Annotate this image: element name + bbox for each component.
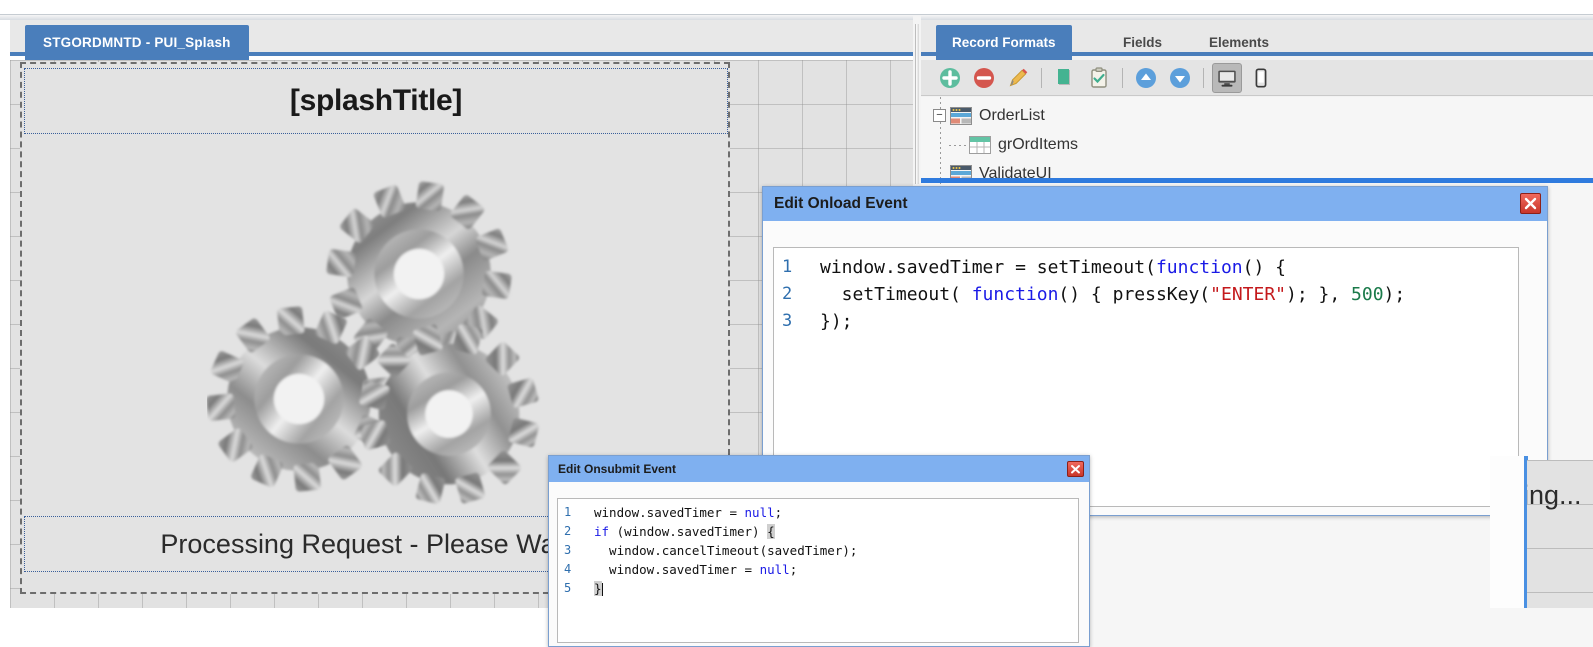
close-icon[interactable] xyxy=(1067,461,1084,477)
splash-title-field[interactable]: [splashTitle] xyxy=(24,68,728,134)
tree-item-validateui[interactable]: ValidateUI xyxy=(950,159,1052,188)
window-top-strip xyxy=(0,0,1593,20)
clipped-status-text: ing... xyxy=(1527,480,1582,510)
tree-item-label: OrderList xyxy=(979,106,1045,124)
line-number: 5 xyxy=(564,581,572,595)
grid-icon xyxy=(969,135,991,154)
code-line: 3 window.cancelTimeout(savedTimer); xyxy=(564,541,1078,560)
move-up-icon[interactable] xyxy=(1131,63,1161,93)
designer-tabstrip: STGORDMNTD - PUI_Splash xyxy=(10,20,917,60)
code-line: 1 window.savedTimer = null; xyxy=(564,503,1078,522)
add-icon[interactable] xyxy=(935,63,965,93)
clipboard-check-icon[interactable] xyxy=(1084,63,1114,93)
code-line: 2 if (window.savedTimer) { xyxy=(564,522,1078,541)
code-line: 2 setTimeout( function() { pressKey("ENT… xyxy=(782,281,1518,308)
right-background-fill xyxy=(1490,456,1524,608)
dialog-titlebar[interactable]: Edit Onsubmit Event xyxy=(549,456,1089,482)
edit-pencil-icon[interactable] xyxy=(1003,63,1033,93)
line-number: 4 xyxy=(564,562,572,576)
code-line: 4 window.savedTimer = null; xyxy=(564,560,1078,579)
record-format-icon xyxy=(950,106,972,125)
code-text: window.cancelTimeout(savedTimer); xyxy=(594,543,858,558)
code-line: 1 window.savedTimer = setTimeout(functio… xyxy=(782,254,1518,281)
tab-record-formats[interactable]: Record Formats xyxy=(936,25,1072,60)
code-text: window.savedTimer = null; xyxy=(594,505,783,520)
tree-item-orderlist[interactable]: − OrderList xyxy=(933,101,1045,130)
remove-icon[interactable] xyxy=(969,63,999,93)
code-text: window.savedTimer = null; xyxy=(594,562,798,577)
splitter-grip[interactable] xyxy=(915,24,919,184)
move-down-icon[interactable] xyxy=(1165,63,1195,93)
edit-onsubmit-event-dialog[interactable]: Edit Onsubmit Event 1 window.savedTimer … xyxy=(548,455,1090,647)
dialog-titlebar[interactable]: Edit Onload Event xyxy=(763,187,1547,221)
right-panel-tabstrip: Record Formats Fields Elements xyxy=(921,20,1593,60)
onsubmit-code-editor[interactable]: 1 window.savedTimer = null; 2 if (window… xyxy=(557,498,1079,643)
tab-elements[interactable]: Elements xyxy=(1193,25,1285,60)
separator-3 xyxy=(1203,67,1204,88)
line-number: 2 xyxy=(564,524,572,538)
tab-stgordmntd-pui-splash[interactable]: STGORDMNTD - PUI_Splash xyxy=(25,25,249,60)
app-window: STGORDMNTD - PUI_Splash [splashTitle] Pr… xyxy=(0,0,1593,647)
tab-fields[interactable]: Fields xyxy=(1107,25,1178,60)
dialog-title-text: Edit Onsubmit Event xyxy=(558,462,677,476)
line-number: 1 xyxy=(564,505,572,519)
dialog-title-text: Edit Onload Event xyxy=(774,195,908,212)
tree-selection-band xyxy=(921,178,1593,183)
code-line: 3 }); xyxy=(782,308,1518,335)
tree-item-grorditems[interactable]: grOrdItems xyxy=(969,130,1078,159)
code-text: }); xyxy=(820,311,853,332)
collapse-expander-icon[interactable]: − xyxy=(933,109,946,122)
tree-item-label: grOrdItems xyxy=(998,135,1079,153)
separator-2 xyxy=(1122,67,1123,88)
three-gears-icon xyxy=(197,169,567,524)
desktop-view-icon[interactable] xyxy=(1212,62,1242,93)
line-number: 3 xyxy=(782,311,793,331)
line-number: 1 xyxy=(782,257,793,277)
green-page-icon[interactable] xyxy=(1050,63,1080,93)
code-text: window.savedTimer = setTimeout(function(… xyxy=(820,257,1287,278)
code-text: } xyxy=(594,581,603,596)
close-icon[interactable] xyxy=(1520,193,1541,214)
tree-elbow xyxy=(949,145,967,146)
line-number: 2 xyxy=(782,284,793,304)
gears-svg xyxy=(197,169,559,524)
code-line: 5 } xyxy=(564,579,1078,598)
separator-1 xyxy=(1041,67,1042,88)
clipped-status-region: ing... xyxy=(1527,460,1593,608)
line-number: 3 xyxy=(564,543,572,557)
mobile-view-icon[interactable] xyxy=(1246,63,1276,93)
code-text: if (window.savedTimer) { xyxy=(594,524,775,539)
code-text: setTimeout( function() { pressKey("ENTER… xyxy=(820,284,1406,305)
record-formats-toolbar xyxy=(921,60,1593,96)
